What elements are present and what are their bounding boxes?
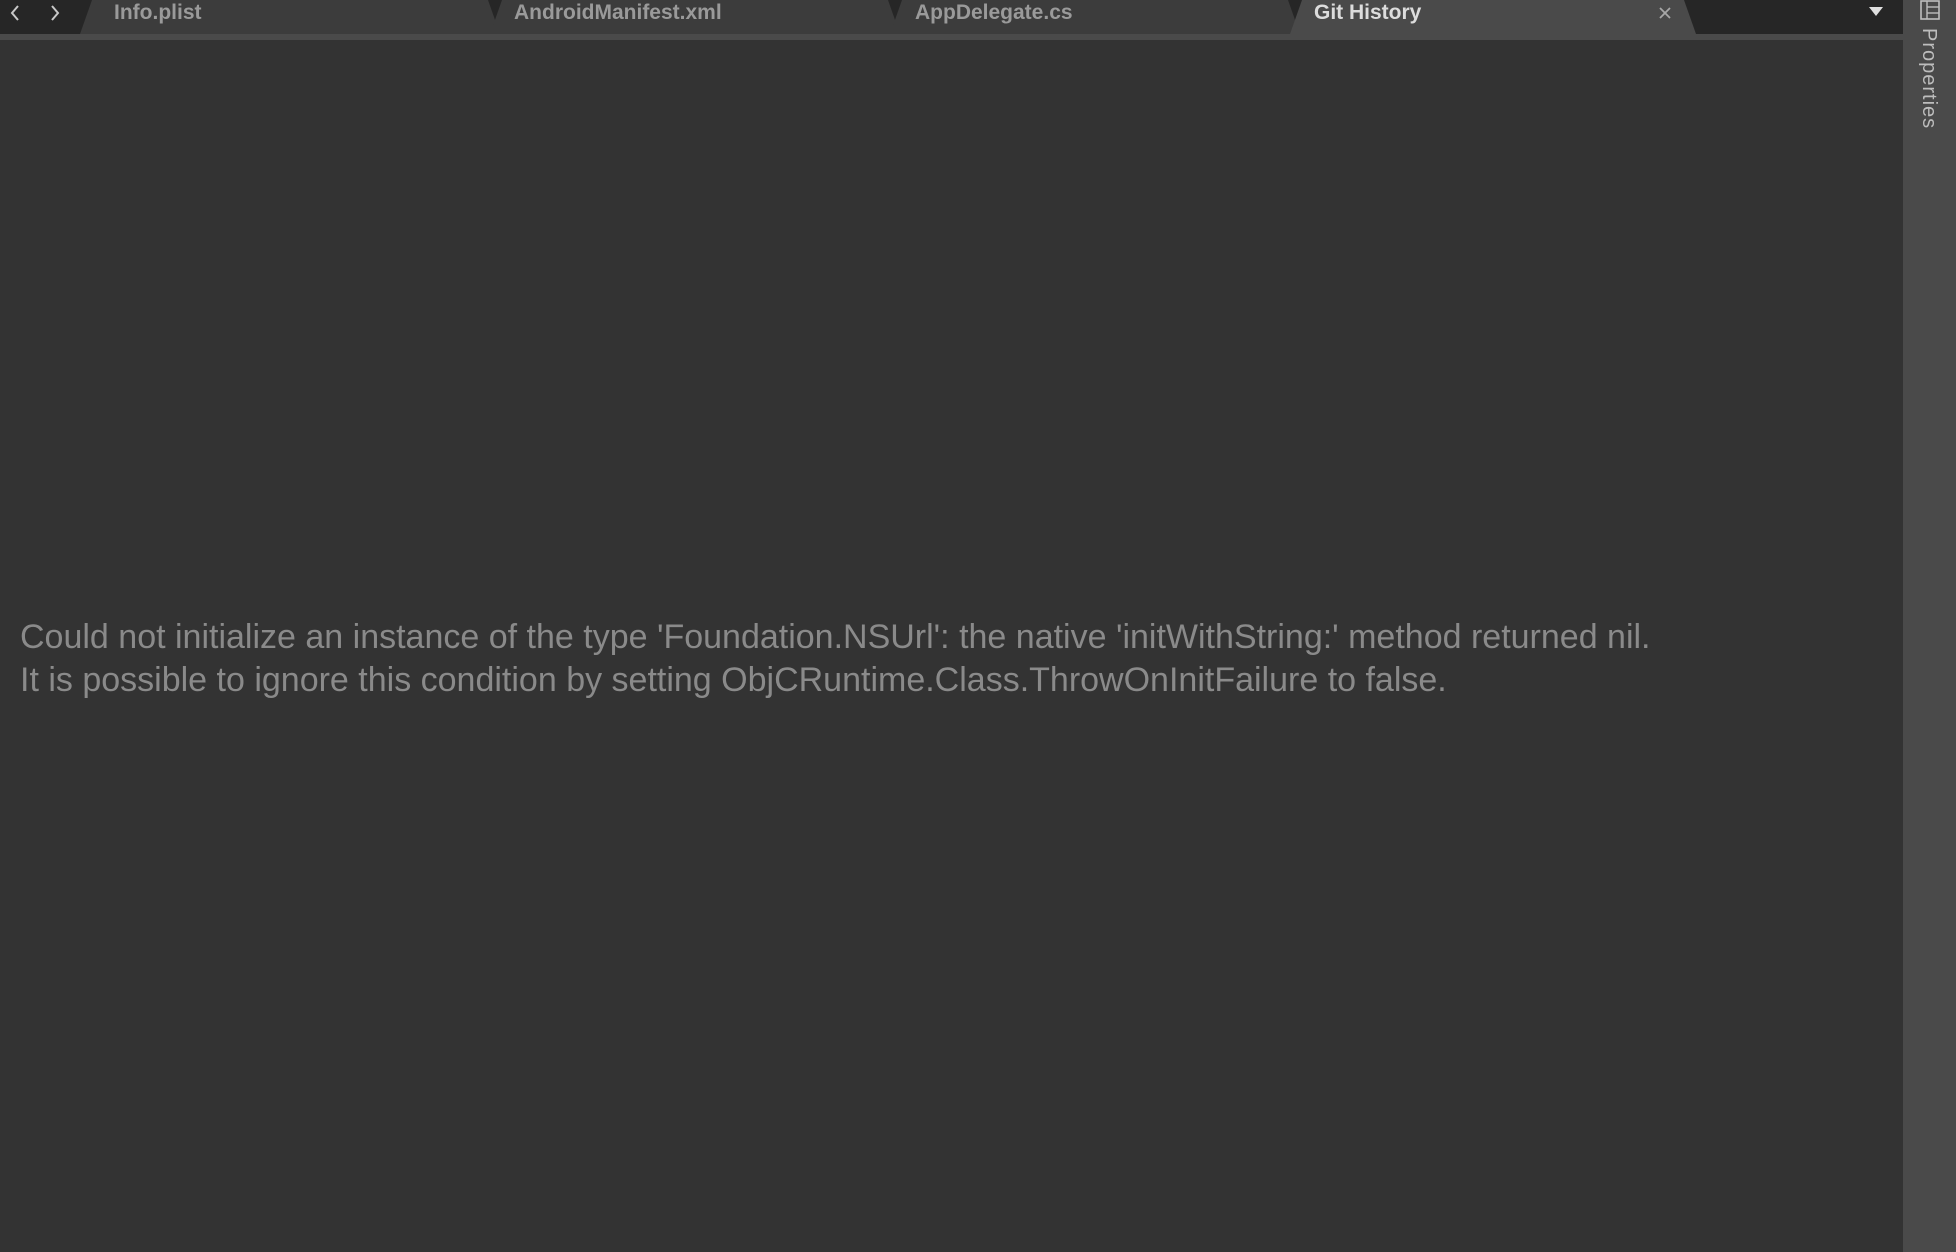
error-message-line: It is possible to ignore this condition … (20, 661, 1447, 699)
tab-label: AppDelegate.cs (915, 1, 1073, 24)
ide-window: Info.plist AndroidManifest.xml AppDelega… (0, 0, 1956, 1252)
navigate-forward-button[interactable] (40, 0, 70, 26)
chevron-right-icon (51, 5, 60, 21)
close-icon (1658, 6, 1672, 20)
tab-close-button[interactable] (1654, 2, 1676, 24)
tab-label: Git History (1314, 1, 1422, 24)
tab-androidmanifest-xml[interactable]: AndroidManifest.xml (490, 0, 900, 34)
error-message: Could not initialize an instance of the … (20, 616, 1900, 702)
git-history-view: Could not initialize an instance of the … (0, 40, 1903, 1252)
error-message-line: Could not initialize an instance of the … (20, 618, 1651, 656)
tab-appdelegate-cs[interactable]: AppDelegate.cs (890, 0, 1300, 34)
tab-overflow-dropdown[interactable] (1862, 0, 1890, 22)
tab-label: Info.plist (114, 1, 202, 24)
triangle-down-icon (1869, 7, 1883, 16)
tab-label: AndroidManifest.xml (514, 1, 722, 24)
right-side-panel-strip: Properties (1903, 0, 1956, 1252)
properties-panel-icon (1920, 0, 1940, 20)
navigate-back-button[interactable] (0, 0, 30, 26)
tab-git-history[interactable]: Git History (1290, 0, 1696, 34)
chevron-left-icon (10, 5, 19, 21)
tab-info-plist[interactable]: Info.plist (80, 0, 500, 34)
properties-panel-toggle[interactable]: Properties (1917, 28, 1940, 129)
document-tab-bar: Info.plist AndroidManifest.xml AppDelega… (0, 0, 1903, 34)
